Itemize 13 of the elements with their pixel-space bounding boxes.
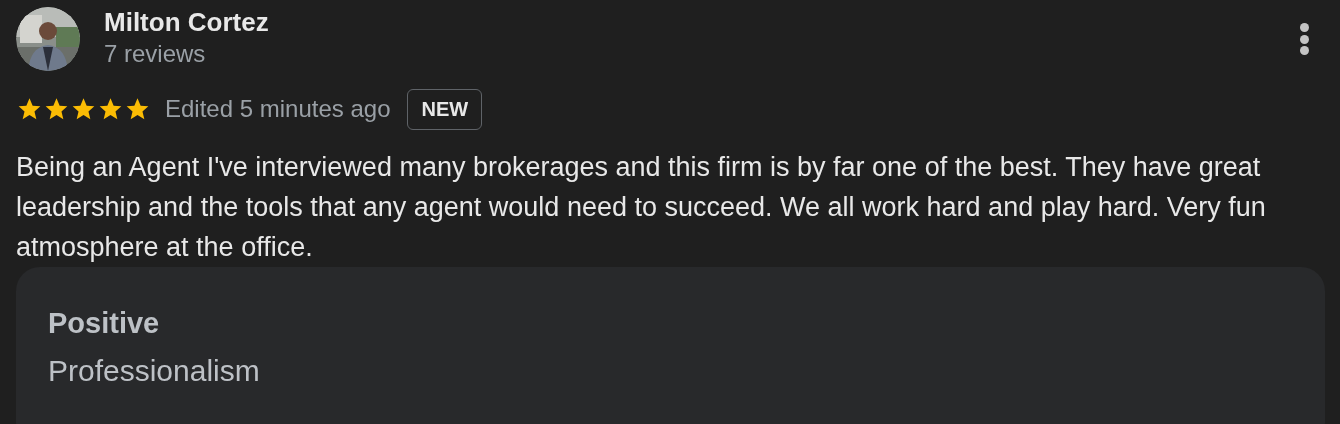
highlight-value: Professionalism xyxy=(48,353,261,389)
review-text: Being an Agent I've interviewed many brokerages and this firm is by far one of the best. They have great leadership and the tools that any agent would need to succeed. We all work hard and play hard. Very fun atmosphere at the office. xyxy=(16,151,1267,264)
review-count: 7 reviews xyxy=(104,39,207,69)
reviewer-name[interactable]: Milton Cortez xyxy=(104,7,269,37)
star-icon xyxy=(16,96,43,122)
star-icon xyxy=(43,96,70,122)
new-badge: NEW xyxy=(407,88,483,130)
star-icon xyxy=(70,96,97,122)
more-options-icon[interactable] xyxy=(1299,23,1309,55)
star-icon xyxy=(97,96,124,122)
star-icon xyxy=(124,96,151,122)
highlight-label: Positive xyxy=(48,306,161,341)
edited-time: Edited 5 minutes ago xyxy=(165,94,391,124)
